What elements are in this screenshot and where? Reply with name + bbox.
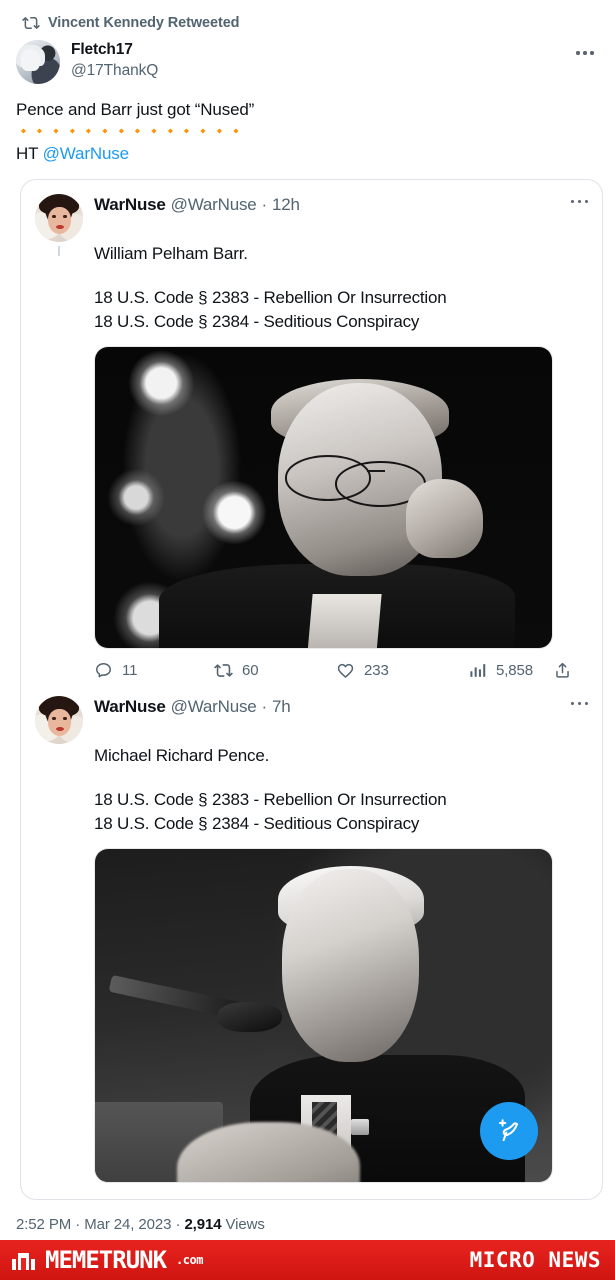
avatar-lips-detail bbox=[56, 225, 64, 229]
reply-button[interactable]: 11 bbox=[94, 661, 214, 680]
image-lapel-pin-detail bbox=[350, 1118, 370, 1136]
banner-tagline: MICRO NEWS bbox=[469, 1247, 601, 1272]
mention-link-warnuse[interactable]: @WarNuse bbox=[43, 144, 129, 163]
quoted-body-line: William Pelham Barr. bbox=[94, 244, 248, 263]
tweet-emoji-row: 🔸🔸🔸🔸🔸🔸🔸🔸🔸🔸🔸🔸🔸🔸 bbox=[16, 124, 245, 138]
more-options-button[interactable] bbox=[558, 194, 588, 204]
quoted-name-line: WarNuse @WarNuse · 12h bbox=[94, 194, 558, 216]
author-names: Fletch17 @17ThankQ bbox=[60, 40, 569, 81]
avatar-wrap bbox=[35, 696, 83, 744]
quoted-tweet-pence[interactable]: WarNuse @WarNuse · 7h Michael Richard Pe… bbox=[21, 680, 602, 1183]
more-options-icon bbox=[570, 702, 588, 706]
quoted-timestamp[interactable]: 7h bbox=[272, 696, 291, 718]
thread-connector-line bbox=[58, 246, 60, 256]
tweet-author-row[interactable]: Fletch17 @17ThankQ bbox=[0, 36, 615, 84]
quoted-handle[interactable]: @WarNuse bbox=[171, 194, 257, 216]
quoted-body: Michael Richard Pence. 18 U.S. Code § 23… bbox=[35, 744, 588, 1183]
analytics-icon bbox=[468, 661, 487, 680]
more-options-icon bbox=[570, 200, 588, 204]
quoted-author-names: WarNuse @WarNuse · 12h bbox=[83, 194, 558, 216]
quoted-tweet-barr[interactable]: WarNuse @WarNuse · 12h William Pelham Ba… bbox=[21, 180, 602, 680]
engagement-bar: 11 60 233 5,858 bbox=[35, 649, 588, 680]
heart-icon bbox=[336, 661, 355, 680]
avatar[interactable] bbox=[35, 194, 83, 242]
quoted-display-name[interactable]: WarNuse bbox=[94, 194, 166, 216]
meta-separator-1: · bbox=[71, 1216, 85, 1233]
brand-name: MEMETRUNK bbox=[45, 1246, 167, 1274]
quoted-body: William Pelham Barr. 18 U.S. Code § 2383… bbox=[35, 242, 588, 649]
code-line: 18 U.S. Code § 2383 - Rebellion Or Insur… bbox=[94, 288, 447, 307]
tweet-image-barr[interactable] bbox=[94, 346, 553, 649]
quoted-separator: · bbox=[261, 195, 268, 214]
image-shirt-detail bbox=[307, 593, 381, 648]
quoted-tweet-card[interactable]: WarNuse @WarNuse · 12h William Pelham Ba… bbox=[20, 179, 603, 1200]
views-label: Views bbox=[221, 1216, 265, 1233]
quoted-timestamp[interactable]: 12h bbox=[272, 194, 300, 216]
quoted-code-block: 18 U.S. Code § 2383 - Rebellion Or Insur… bbox=[94, 286, 582, 334]
retweet-icon bbox=[22, 14, 40, 32]
more-options-icon bbox=[576, 51, 594, 55]
author-handle[interactable]: @17ThankQ bbox=[71, 60, 569, 81]
like-button[interactable]: 233 bbox=[336, 661, 468, 680]
quoted-separator: · bbox=[261, 697, 268, 716]
quoted-tweet-header: WarNuse @WarNuse · 12h bbox=[35, 194, 588, 256]
quoted-body-line: Michael Richard Pence. bbox=[94, 746, 270, 765]
quoted-author-names: WarNuse @WarNuse · 7h bbox=[83, 696, 558, 718]
more-options-button[interactable] bbox=[558, 696, 588, 706]
reply-icon bbox=[94, 661, 113, 680]
quoted-tweet-header: WarNuse @WarNuse · 7h bbox=[35, 696, 588, 744]
brand-domain-suffix: .com bbox=[176, 1253, 203, 1267]
ht-prefix: HT bbox=[16, 144, 43, 163]
views-count: 5,858 bbox=[496, 662, 534, 679]
memetrunk-banner: MEMETRUNK .com MICRO NEWS bbox=[0, 1240, 615, 1280]
avatar-eye-left bbox=[52, 717, 56, 720]
retweet-count: 60 bbox=[242, 662, 259, 679]
retweet-label: Vincent Kennedy Retweeted bbox=[48, 15, 240, 31]
avatar-hand-detail bbox=[21, 49, 40, 71]
share-button[interactable] bbox=[553, 661, 572, 680]
quoted-handle[interactable]: @WarNuse bbox=[171, 696, 257, 718]
quoted-code-block: 18 U.S. Code § 2383 - Rebellion Or Insur… bbox=[94, 788, 582, 836]
image-microphone-head bbox=[218, 1002, 283, 1033]
compose-tweet-button[interactable] bbox=[480, 1102, 538, 1160]
meta-separator-2: · bbox=[171, 1216, 185, 1233]
brand-lockup: MEMETRUNK .com bbox=[12, 1248, 203, 1272]
tweet-ht-row: HT @WarNuse bbox=[0, 139, 615, 165]
more-options-button[interactable] bbox=[569, 40, 601, 66]
tweet-image-pence[interactable] bbox=[94, 848, 553, 1183]
like-count: 233 bbox=[364, 662, 389, 679]
image-head-detail bbox=[282, 868, 420, 1063]
compose-tweet-icon bbox=[498, 1119, 519, 1142]
tweet-date: Mar 24, 2023 bbox=[84, 1216, 172, 1233]
tweet-meta-footer: 2:52 PM · Mar 24, 2023 · 2,914 Views bbox=[0, 1200, 615, 1243]
retweet-icon bbox=[214, 661, 233, 680]
views-button[interactable]: 5,858 bbox=[468, 661, 553, 680]
retweet-button[interactable]: 60 bbox=[214, 661, 336, 680]
views-count: 2,914 bbox=[184, 1216, 222, 1233]
tweet-time: 2:52 PM bbox=[16, 1216, 72, 1233]
code-line: 18 U.S. Code § 2383 - Rebellion Or Insur… bbox=[94, 790, 447, 809]
avatar-eye-right bbox=[63, 717, 67, 720]
avatar-eye-left bbox=[52, 215, 56, 218]
image-glasses-bridge bbox=[366, 470, 386, 473]
quoted-display-name[interactable]: WarNuse bbox=[94, 696, 166, 718]
code-line: 18 U.S. Code § 2384 - Seditious Conspira… bbox=[94, 814, 420, 833]
avatar-eye-right bbox=[63, 215, 67, 218]
author-display-name[interactable]: Fletch17 bbox=[71, 40, 569, 60]
retweet-context: Vincent Kennedy Retweeted bbox=[0, 0, 615, 36]
avatar[interactable] bbox=[16, 40, 60, 84]
image-hand-detail bbox=[405, 479, 484, 558]
avatar-wrap bbox=[35, 194, 83, 256]
memetrunk-logo-icon bbox=[12, 1250, 35, 1270]
share-icon bbox=[553, 661, 572, 680]
tweet-text: Pence and Barr just got “Nused” bbox=[16, 100, 255, 119]
code-line: 18 U.S. Code § 2384 - Seditious Conspira… bbox=[94, 312, 420, 331]
avatar[interactable] bbox=[35, 696, 83, 744]
reply-count: 11 bbox=[122, 662, 138, 679]
avatar-face-detail bbox=[48, 207, 71, 234]
tweet-screenshot: Vincent Kennedy Retweeted Fletch17 @17Th… bbox=[0, 0, 615, 1280]
avatar-face-detail bbox=[48, 709, 71, 736]
avatar-lips-detail bbox=[56, 727, 64, 731]
quoted-name-line: WarNuse @WarNuse · 7h bbox=[94, 696, 558, 718]
